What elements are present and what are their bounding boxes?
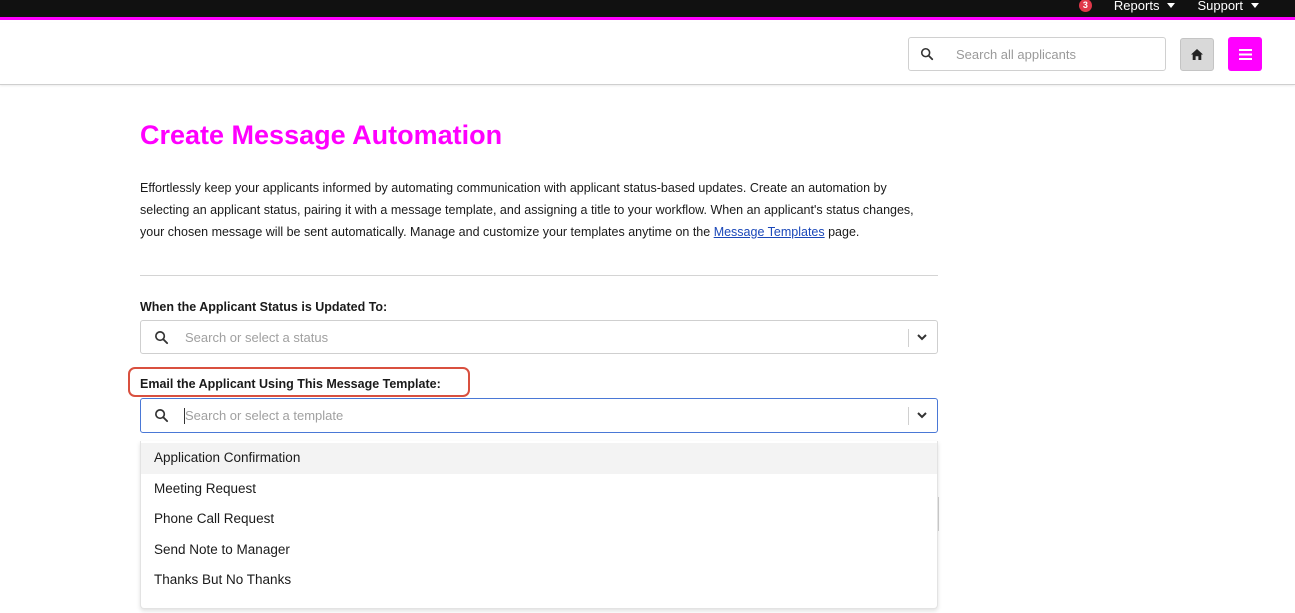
message-templates-link[interactable]: Message Templates [714,225,825,239]
select-separator [908,329,909,347]
reports-menu[interactable]: Reports [1114,0,1176,13]
global-search[interactable] [908,37,1166,71]
search-icon [920,47,934,61]
status-select[interactable] [140,320,938,354]
template-select[interactable] [140,398,938,433]
main-menu-button[interactable] [1228,37,1262,71]
hamburger-menu-icon [1238,48,1252,60]
home-icon [1191,49,1203,60]
top-menu: 3 Reports Support [1078,0,1259,17]
template-option[interactable]: Meeting Request [141,474,937,505]
template-option[interactable]: Phone Call Request [141,504,937,535]
template-options-list: Application Confirmation Meeting Request… [140,441,938,609]
search-icon [155,409,169,423]
template-option[interactable]: Send Note to Manager [141,535,937,566]
search-applicants-input[interactable] [956,46,1156,62]
app-header [0,23,1295,85]
template-field-label: Email the Applicant Using This Message T… [140,377,441,391]
search-icon [155,330,169,344]
intro-suffix: page. [824,225,860,239]
support-menu-label: Support [1197,0,1243,13]
status-field-label: When the Applicant Status is Updated To: [140,300,388,314]
template-search-input[interactable] [185,408,885,423]
section-divider [140,275,938,276]
intro-paragraph: Effortlessly keep your applicants inform… [140,177,938,243]
page-title: Create Message Automation [140,120,503,150]
select-separator [908,407,909,425]
top-navigation-bar: 3 Reports Support [0,0,1295,20]
caret-down-icon [1251,3,1259,8]
chevron-down-icon[interactable] [916,409,928,421]
template-option[interactable]: Thanks But No Thanks [141,565,937,596]
text-cursor [184,408,185,424]
template-option[interactable]: Application Confirmation [141,443,937,474]
support-menu[interactable]: Support [1197,0,1259,13]
home-button[interactable] [1180,38,1214,71]
chevron-down-icon[interactable] [916,331,928,343]
caret-down-icon [1167,3,1176,8]
notification-badge[interactable]: 3 [1078,0,1092,12]
status-search-input[interactable] [185,329,885,345]
reports-menu-label: Reports [1113,0,1160,13]
